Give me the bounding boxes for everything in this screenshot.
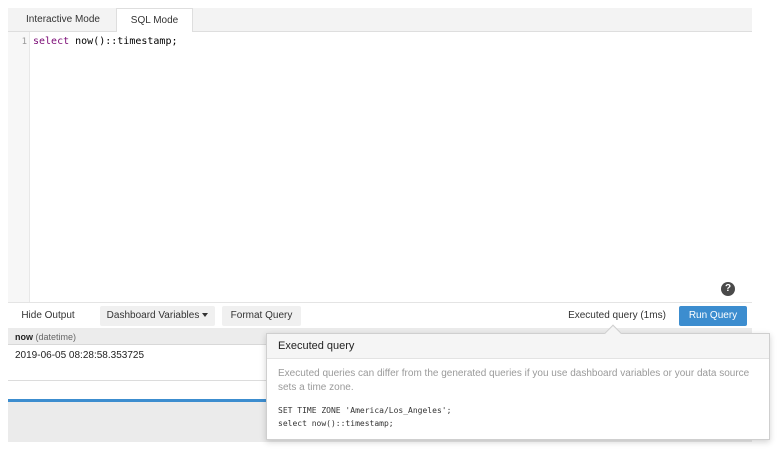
popover-code-line: select now()::timestamp; — [278, 419, 394, 428]
code-keyword: select — [33, 36, 70, 47]
sql-editor[interactable]: 1 select now()::timestamp; ? — [8, 32, 752, 302]
hide-output-button[interactable]: Hide Output — [14, 306, 82, 326]
executed-query-popover: Executed query Executed queries can diff… — [266, 324, 770, 440]
caret-down-icon — [202, 313, 209, 318]
code-text: now()::timestamp; — [69, 36, 178, 47]
popover-code-line: SET TIME ZONE 'America/Los_Angeles'; — [278, 406, 452, 415]
table-cell: 2019-06-05 08:28:58.353725 — [15, 350, 145, 361]
column-name: now — [15, 332, 33, 342]
help-icon[interactable]: ? — [721, 282, 735, 296]
editor-gutter: 1 — [8, 32, 30, 302]
popover-code: SET TIME ZONE 'America/Los_Angeles';sele… — [278, 404, 451, 430]
tab-interactive-mode[interactable]: Interactive Mode — [14, 8, 112, 32]
dashboard-variables-label: Dashboard Variables — [106, 310, 200, 321]
code-line[interactable]: select now()::timestamp; — [33, 36, 178, 47]
executed-query-status[interactable]: Executed query (1ms) — [566, 306, 668, 326]
mode-tab-bar: Interactive Mode SQL Mode — [8, 8, 752, 33]
query-toolbar: Hide Output Dashboard Variables Format Q… — [8, 302, 752, 328]
right-gutter — [752, 8, 771, 333]
run-query-button[interactable]: Run Query — [679, 306, 747, 326]
line-number: 1 — [21, 37, 27, 47]
popover-description: Executed queries can differ from the gen… — [278, 368, 750, 393]
column-header: now (datetime) — [15, 332, 76, 342]
tab-sql-mode[interactable]: SQL Mode — [116, 8, 193, 33]
format-query-button[interactable]: Format Query — [222, 306, 301, 326]
dashboard-variables-button[interactable]: Dashboard Variables — [100, 306, 215, 326]
column-type: (datetime) — [35, 332, 77, 342]
popover-title: Executed query — [267, 334, 769, 359]
